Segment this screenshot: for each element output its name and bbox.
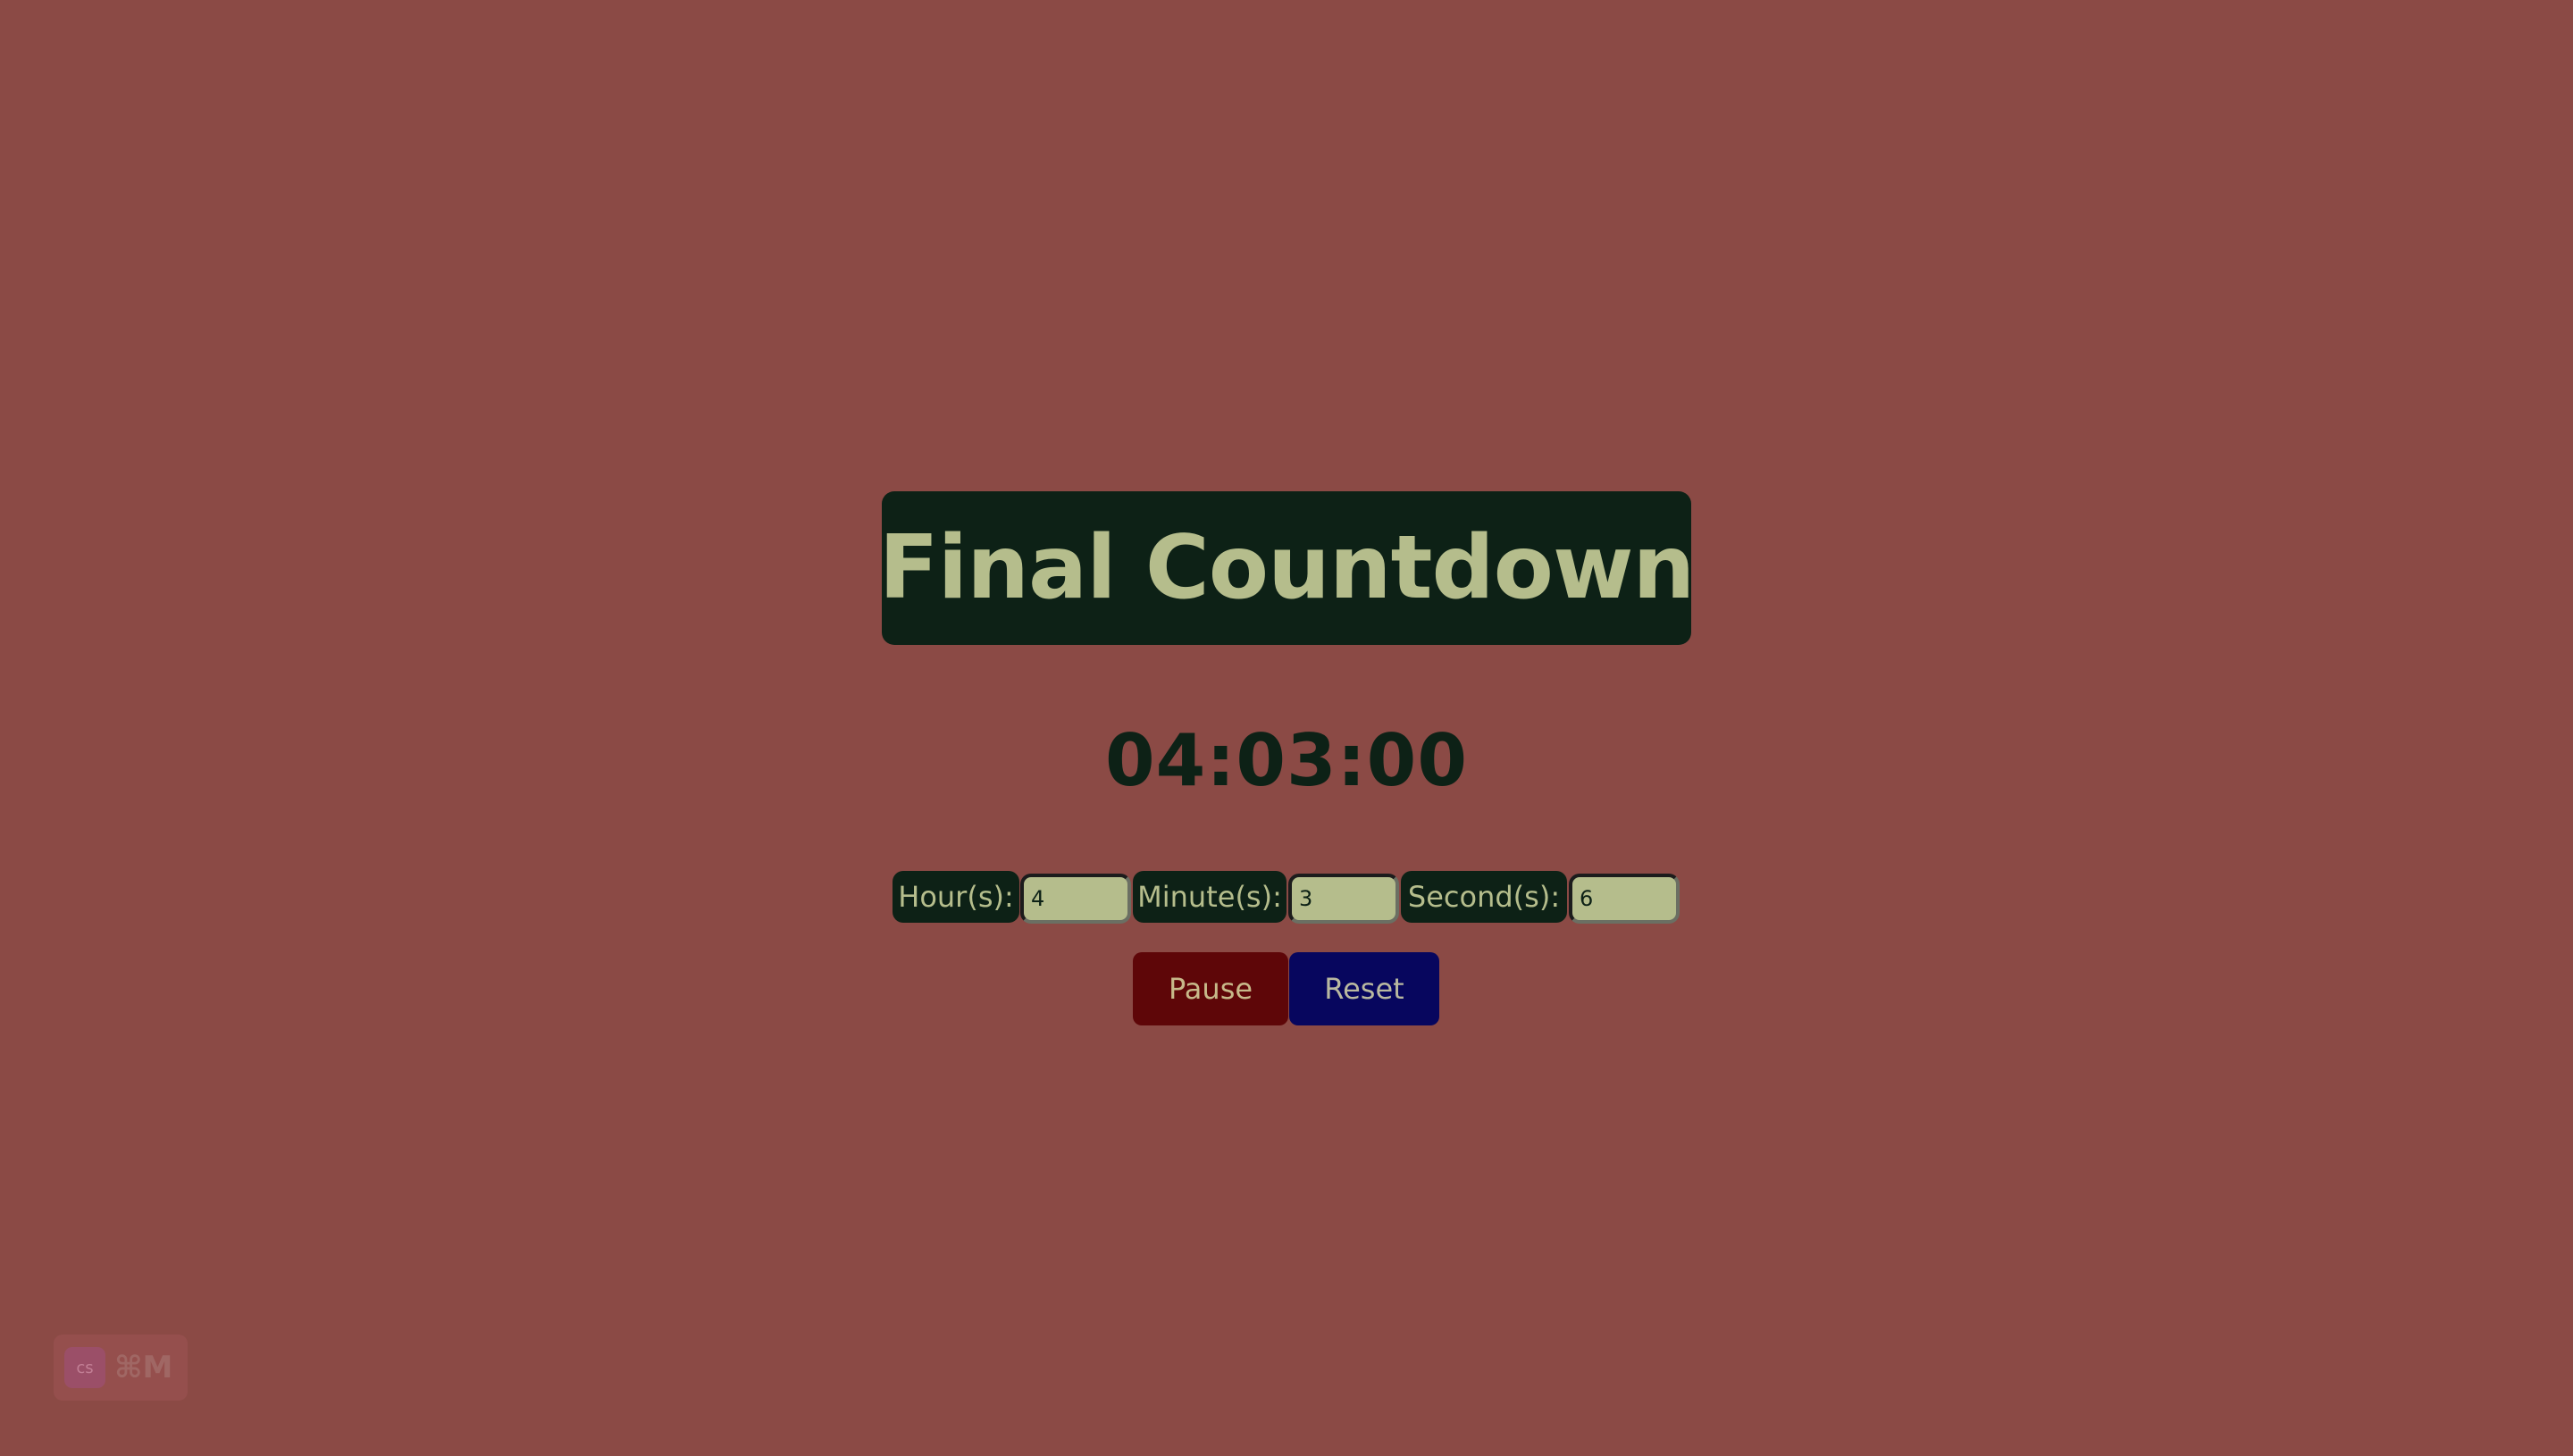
cs-logo-icon: cs (64, 1347, 105, 1388)
minutes-label: Minute(s): (1133, 871, 1286, 923)
app-stage: Final Countdown 04:03:00 Hour(s): Minute… (0, 0, 2573, 1456)
minutes-input[interactable] (1288, 874, 1399, 924)
seconds-input[interactable] (1569, 874, 1680, 924)
reset-button[interactable]: Reset (1289, 952, 1439, 1025)
countdown-display: 04:03:00 (1105, 719, 1468, 802)
hours-input[interactable] (1020, 874, 1131, 924)
hours-label: Hour(s): (893, 871, 1019, 923)
pause-button[interactable]: Pause (1133, 952, 1288, 1025)
page-title: Final Countdown (878, 517, 1696, 619)
shortcut-text: ⌘M (114, 1350, 173, 1385)
seconds-label: Second(s): (1401, 871, 1567, 923)
title-panel: Final Countdown (879, 491, 1695, 645)
shortcut-badge[interactable]: cs ⌘M (54, 1335, 188, 1401)
